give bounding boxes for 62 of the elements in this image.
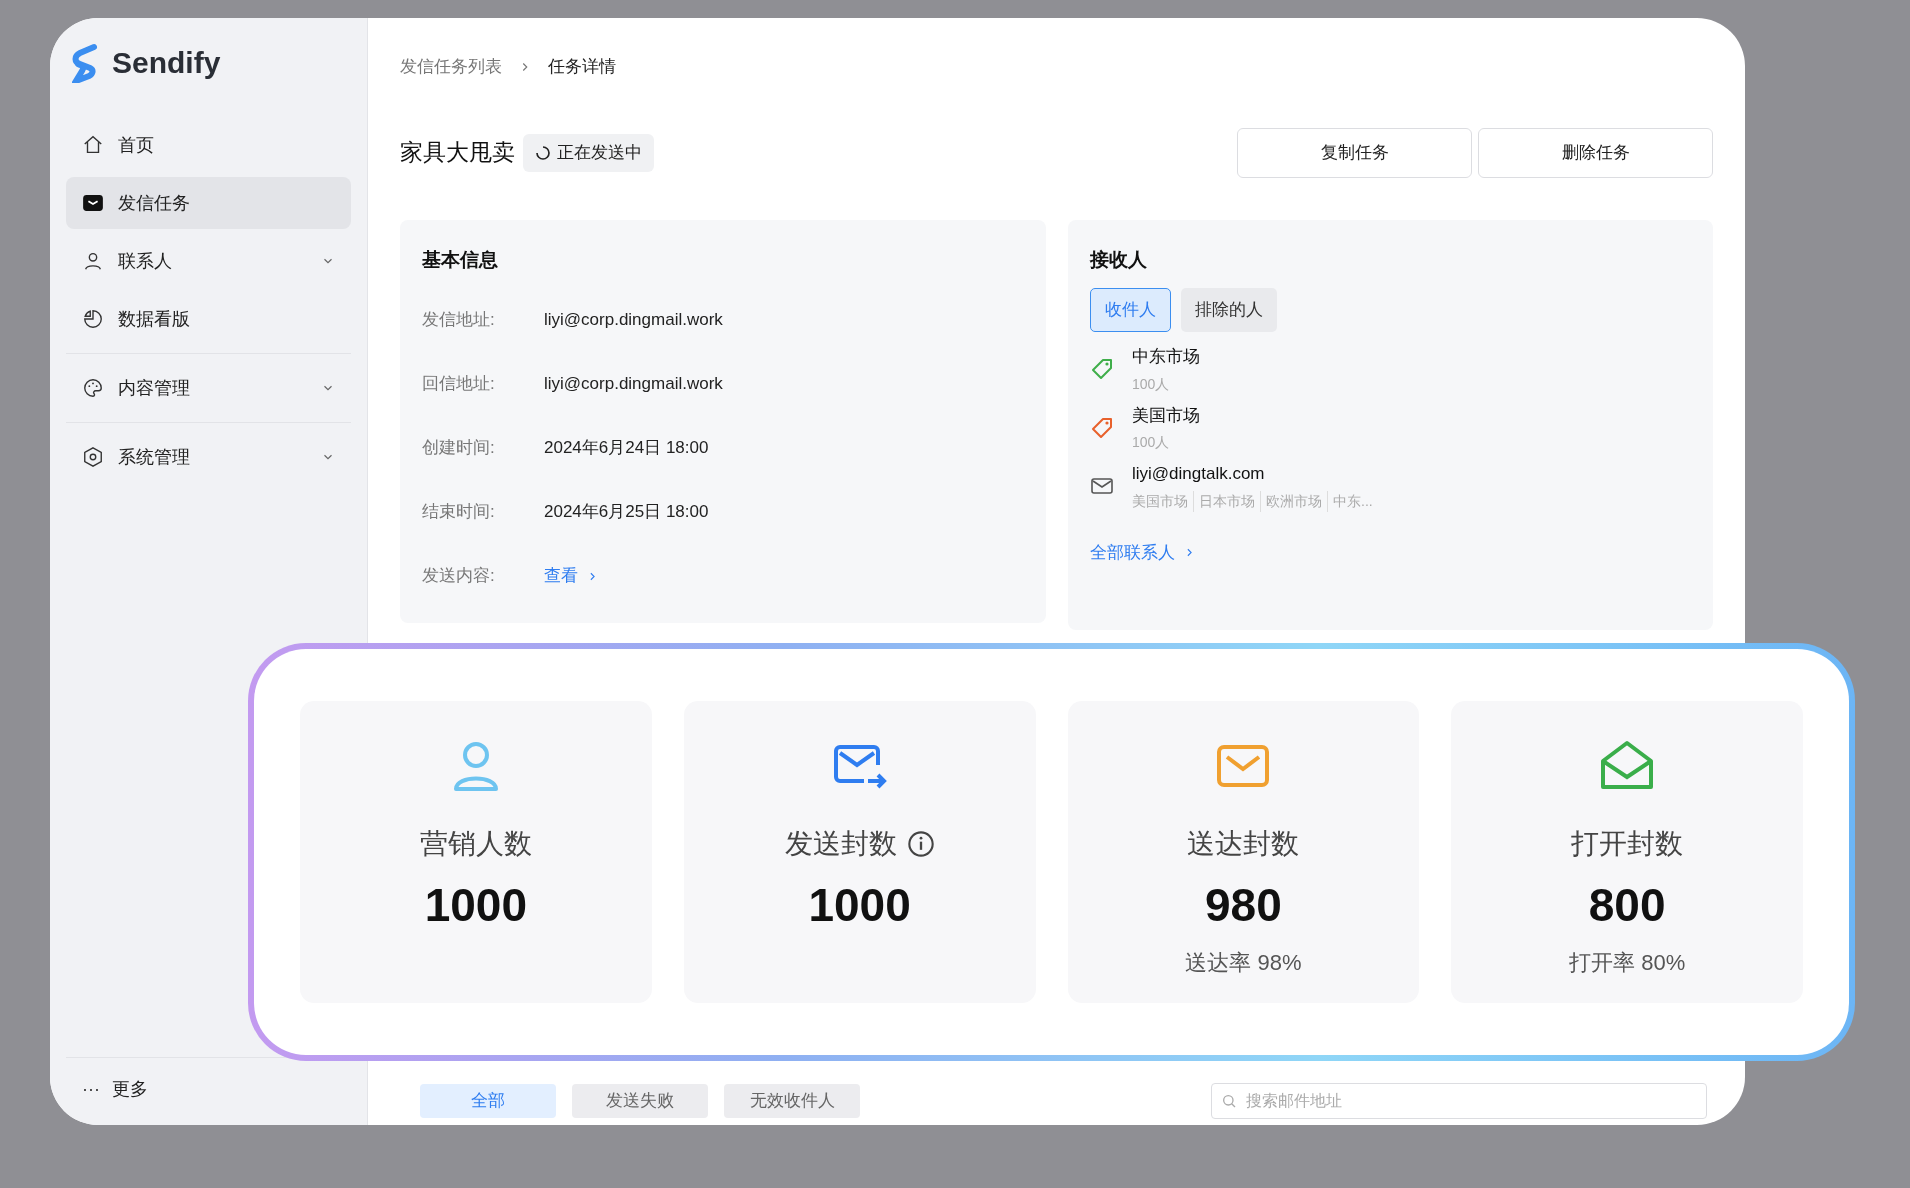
settings-icon xyxy=(82,446,104,468)
all-contacts-link[interactable]: 全部联系人 xyxy=(1090,539,1196,565)
field-label: 创建时间: xyxy=(422,437,496,460)
mail-icon xyxy=(82,192,104,214)
field-value: liyi@corp.dingmail.work xyxy=(544,309,723,332)
search-icon xyxy=(1221,1093,1237,1109)
receiver-tab[interactable]: 排除的人 xyxy=(1181,288,1277,332)
card-title: 接收人 xyxy=(1090,247,1148,272)
stat-value: 1000 xyxy=(808,878,911,933)
stat-value: 980 xyxy=(1205,878,1282,933)
stat-rate: 送达率 98% xyxy=(1185,949,1302,977)
receiver-name: 中东市场 xyxy=(1132,346,1200,368)
nav-item[interactable]: 联系人 xyxy=(66,235,351,287)
field-label: 结束时间: xyxy=(422,501,496,524)
home-icon xyxy=(82,134,104,156)
receiver-name: 美国市场 xyxy=(1132,404,1200,427)
group-tag: 美国市场 xyxy=(1132,490,1193,512)
stat-label: 营销人数 xyxy=(419,827,532,861)
pie-chart-icon xyxy=(82,308,104,330)
more-icon: ··· xyxy=(82,1076,100,1103)
breadcrumb-item: 任务详情 xyxy=(548,56,616,78)
stat-value: 1000 xyxy=(424,878,528,933)
breadcrumb-item[interactable]: 发信任务列表 xyxy=(400,54,502,80)
field-value: liyi@corp.dingmail.work xyxy=(544,373,723,396)
nav-item[interactable]: 系统管理 xyxy=(66,431,351,483)
group-tag: 中东... xyxy=(1327,490,1378,512)
stat-label: 送达封数 xyxy=(1187,827,1300,861)
field-label: 回信地址: xyxy=(422,373,496,396)
stat-label: 发送封数 xyxy=(784,827,897,861)
more-item[interactable]: 更多 xyxy=(112,1076,148,1103)
view-link[interactable]: 查看 xyxy=(544,563,599,589)
action-button[interactable]: 复制任务 xyxy=(1237,127,1472,178)
group-tag: 欧洲市场 xyxy=(1260,490,1327,512)
receiver-name: liyi@dingtalk.com xyxy=(1132,463,1266,485)
user-icon xyxy=(82,250,104,272)
group-tag: 日本市场 xyxy=(1193,490,1260,512)
field-label: 发信地址: xyxy=(422,309,496,332)
palette-icon xyxy=(82,377,104,399)
field-value: 2024年6月24日 18:00 xyxy=(544,437,709,460)
brand-name: Sendify xyxy=(112,45,221,81)
info-icon xyxy=(906,830,935,858)
field-label: 发送内容: xyxy=(422,565,496,588)
logo-icon xyxy=(72,42,100,83)
action-button[interactable]: 删除任务 xyxy=(1478,127,1713,178)
search-field[interactable]: 搜索邮件地址 xyxy=(1211,1083,1707,1119)
stat-value: 800 xyxy=(1588,878,1666,933)
nav-item[interactable]: 首页 xyxy=(66,119,351,171)
member-count: 100人 xyxy=(1132,433,1171,452)
status-badge: 正在发送中 xyxy=(523,133,654,172)
nav-item[interactable]: 发信任务 xyxy=(66,177,351,229)
stat-label: 打开封数 xyxy=(1571,827,1684,861)
stat-rate: 打开率 80% xyxy=(1569,949,1686,977)
filter-tab[interactable]: 无效收件人 xyxy=(724,1084,860,1118)
member-count: 100人 xyxy=(1132,374,1171,394)
filter-tab[interactable]: 发送失败 xyxy=(572,1084,708,1118)
filter-tab[interactable]: 全部 xyxy=(420,1084,556,1118)
field-value: 2024年6月25日 18:00 xyxy=(544,501,709,524)
nav-item[interactable]: 内容管理 xyxy=(66,362,351,414)
nav-item[interactable]: 数据看版 xyxy=(66,293,351,345)
task-title: 家具大甩卖 xyxy=(400,138,515,168)
card-title: 基本信息 xyxy=(422,247,499,272)
spinner-icon xyxy=(535,144,551,161)
